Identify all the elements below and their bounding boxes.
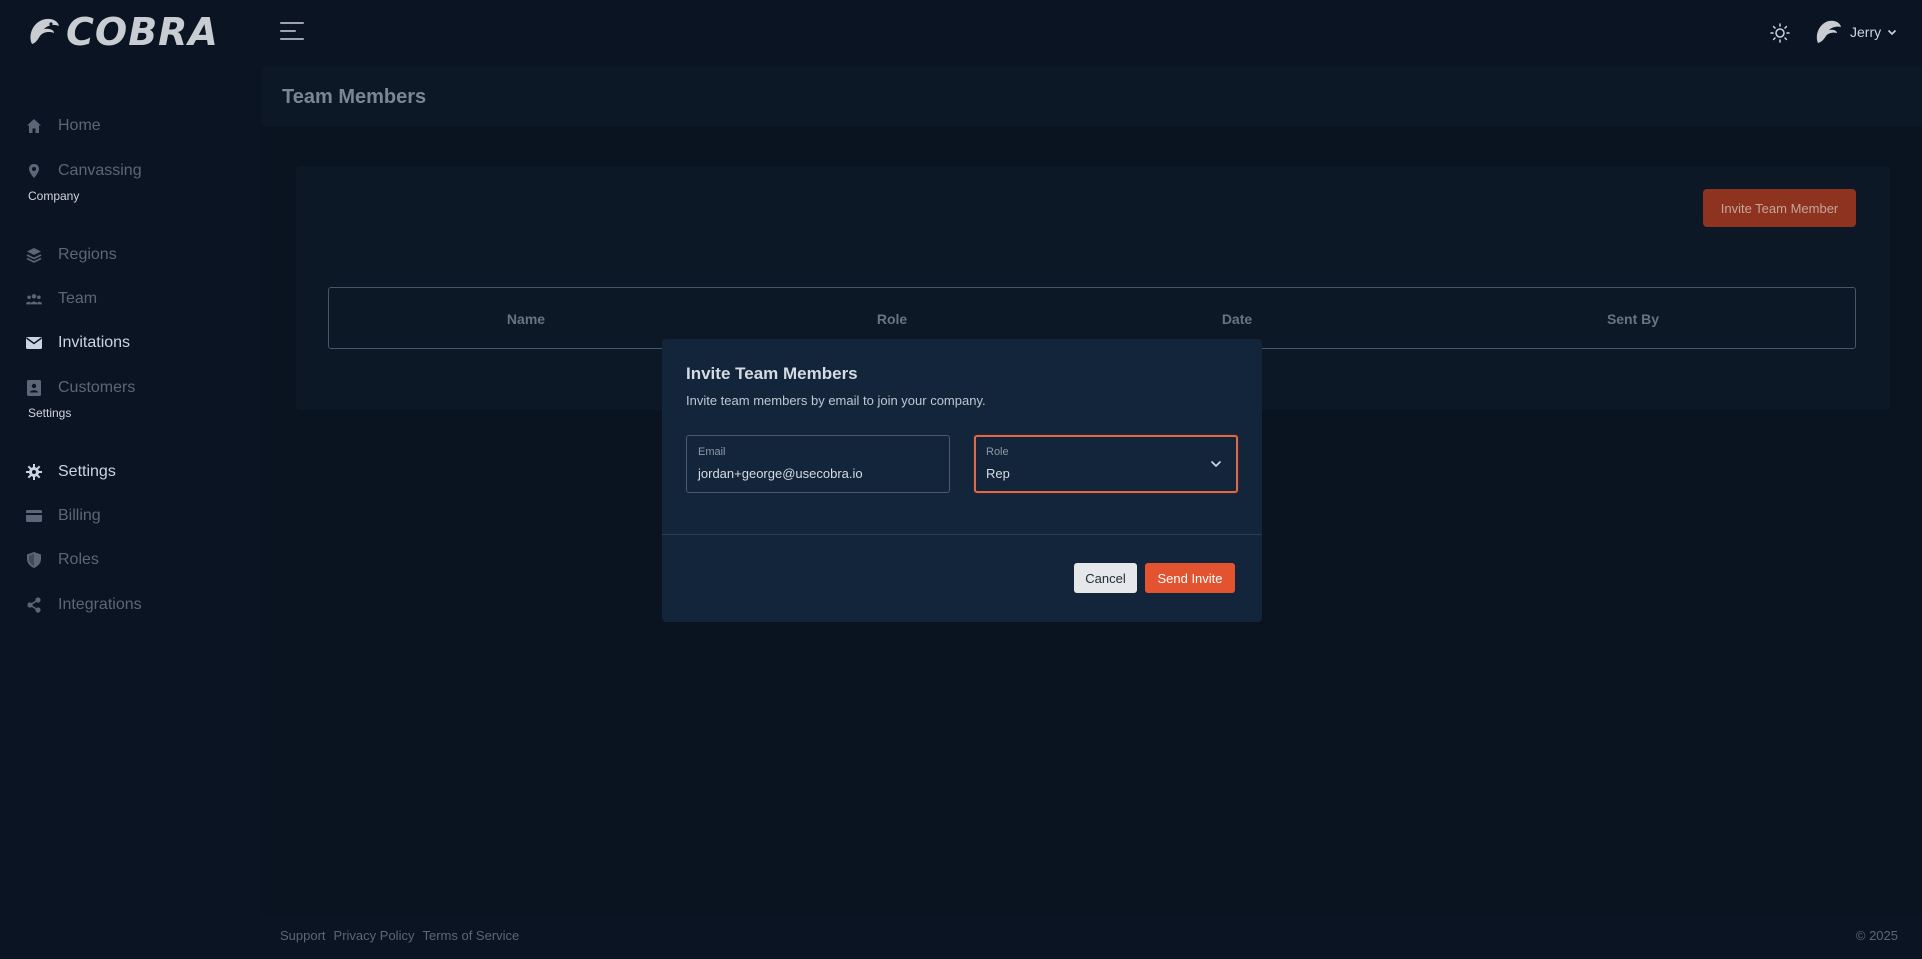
- envelope-icon: [26, 335, 42, 351]
- role-select-label: Role: [986, 446, 1009, 458]
- sidebar-item-label: Team: [58, 290, 98, 307]
- sidebar-item-label: Settings: [58, 463, 116, 480]
- email-field[interactable]: Email jordan+george@usecobra.io: [686, 435, 950, 493]
- copyright: © 2025: [1855, 928, 1898, 943]
- sidebar-item-label: Roles: [58, 551, 99, 568]
- column-header-name[interactable]: Name: [507, 311, 545, 327]
- sidebar-item-team[interactable]: Team: [26, 282, 236, 316]
- invite-team-members-modal: Invite Team Members Invite team members …: [662, 339, 1262, 622]
- avatar: [1816, 20, 1841, 43]
- send-invite-button[interactable]: Send Invite: [1145, 563, 1235, 593]
- shield-icon: [26, 552, 42, 568]
- page-header: Team Members: [262, 66, 1922, 126]
- column-header-sent-by[interactable]: Sent By: [1607, 311, 1659, 327]
- footer-link-privacy-policy[interactable]: Privacy Policy: [334, 928, 415, 943]
- invite-team-member-button[interactable]: Invite Team Member: [1703, 189, 1856, 227]
- email-field-label: Email: [698, 446, 726, 458]
- footer-link-support[interactable]: Support: [280, 928, 326, 943]
- role-select[interactable]: Role Rep: [974, 435, 1238, 493]
- gear-icon: [26, 464, 42, 480]
- map-pin-icon: [26, 163, 42, 179]
- sidebar-item-label: Home: [58, 117, 101, 134]
- cancel-button[interactable]: Cancel: [1074, 563, 1137, 593]
- cobra-logo-icon: [30, 18, 59, 44]
- sidebar-item-integrations[interactable]: Integrations: [26, 588, 236, 622]
- sidebar-item-customers[interactable]: Customers: [26, 371, 236, 405]
- sidebar-item-settings[interactable]: Settings: [26, 455, 236, 489]
- section-heading-settings: Settings: [28, 406, 72, 420]
- chevron-down-icon: [1888, 29, 1897, 36]
- footer-link-terms-of-service[interactable]: Terms of Service: [422, 928, 519, 943]
- sidebar-item-label: Regions: [58, 246, 117, 263]
- email-field-value[interactable]: jordan+george@usecobra.io: [698, 466, 863, 481]
- role-select-value: Rep: [986, 466, 1010, 481]
- page-title: Team Members: [282, 86, 427, 108]
- chevron-down-icon: [1210, 460, 1222, 468]
- column-header-date[interactable]: Date: [1222, 311, 1252, 327]
- user-name: Jerry: [1850, 24, 1882, 40]
- contact-card-icon: [26, 380, 42, 396]
- logo-wordmark: COBRA: [66, 10, 219, 54]
- app-logo[interactable]: COBRA: [24, 10, 219, 54]
- menu-toggle-icon[interactable]: [280, 20, 306, 44]
- footer-links: Support Privacy Policy Terms of Service: [280, 928, 519, 943]
- sidebar-item-canvassing[interactable]: Canvassing: [26, 154, 236, 188]
- sidebar-item-label: Integrations: [58, 596, 142, 613]
- modal-divider: [662, 534, 1262, 535]
- sidebar-item-roles[interactable]: Roles: [26, 543, 236, 577]
- layers-icon: [26, 247, 42, 263]
- modal-title: Invite Team Members: [686, 364, 858, 383]
- section-heading-company: Company: [28, 189, 80, 203]
- modal-subtitle: Invite team members by email to join you…: [686, 393, 986, 408]
- sun-icon[interactable]: [1770, 23, 1790, 43]
- sidebar-item-invitations[interactable]: Invitations: [26, 326, 236, 360]
- sidebar: Home Canvassing Company Regions Team Inv…: [0, 64, 258, 959]
- users-icon: [26, 291, 42, 307]
- sidebar-item-home[interactable]: Home: [26, 109, 236, 143]
- user-menu[interactable]: Jerry: [1812, 17, 1897, 47]
- sidebar-item-label: Invitations: [58, 334, 131, 351]
- column-header-role[interactable]: Role: [877, 311, 907, 327]
- home-icon: [26, 118, 42, 134]
- credit-card-icon: [26, 508, 42, 524]
- sidebar-item-regions[interactable]: Regions: [26, 238, 236, 272]
- sidebar-item-label: Billing: [58, 507, 101, 524]
- sidebar-item-label: Customers: [58, 379, 136, 396]
- sidebar-item-label: Canvassing: [58, 162, 142, 179]
- sidebar-item-billing[interactable]: Billing: [26, 499, 236, 533]
- share-nodes-icon: [26, 597, 42, 613]
- top-bar: COBRA Jerry: [0, 0, 1922, 64]
